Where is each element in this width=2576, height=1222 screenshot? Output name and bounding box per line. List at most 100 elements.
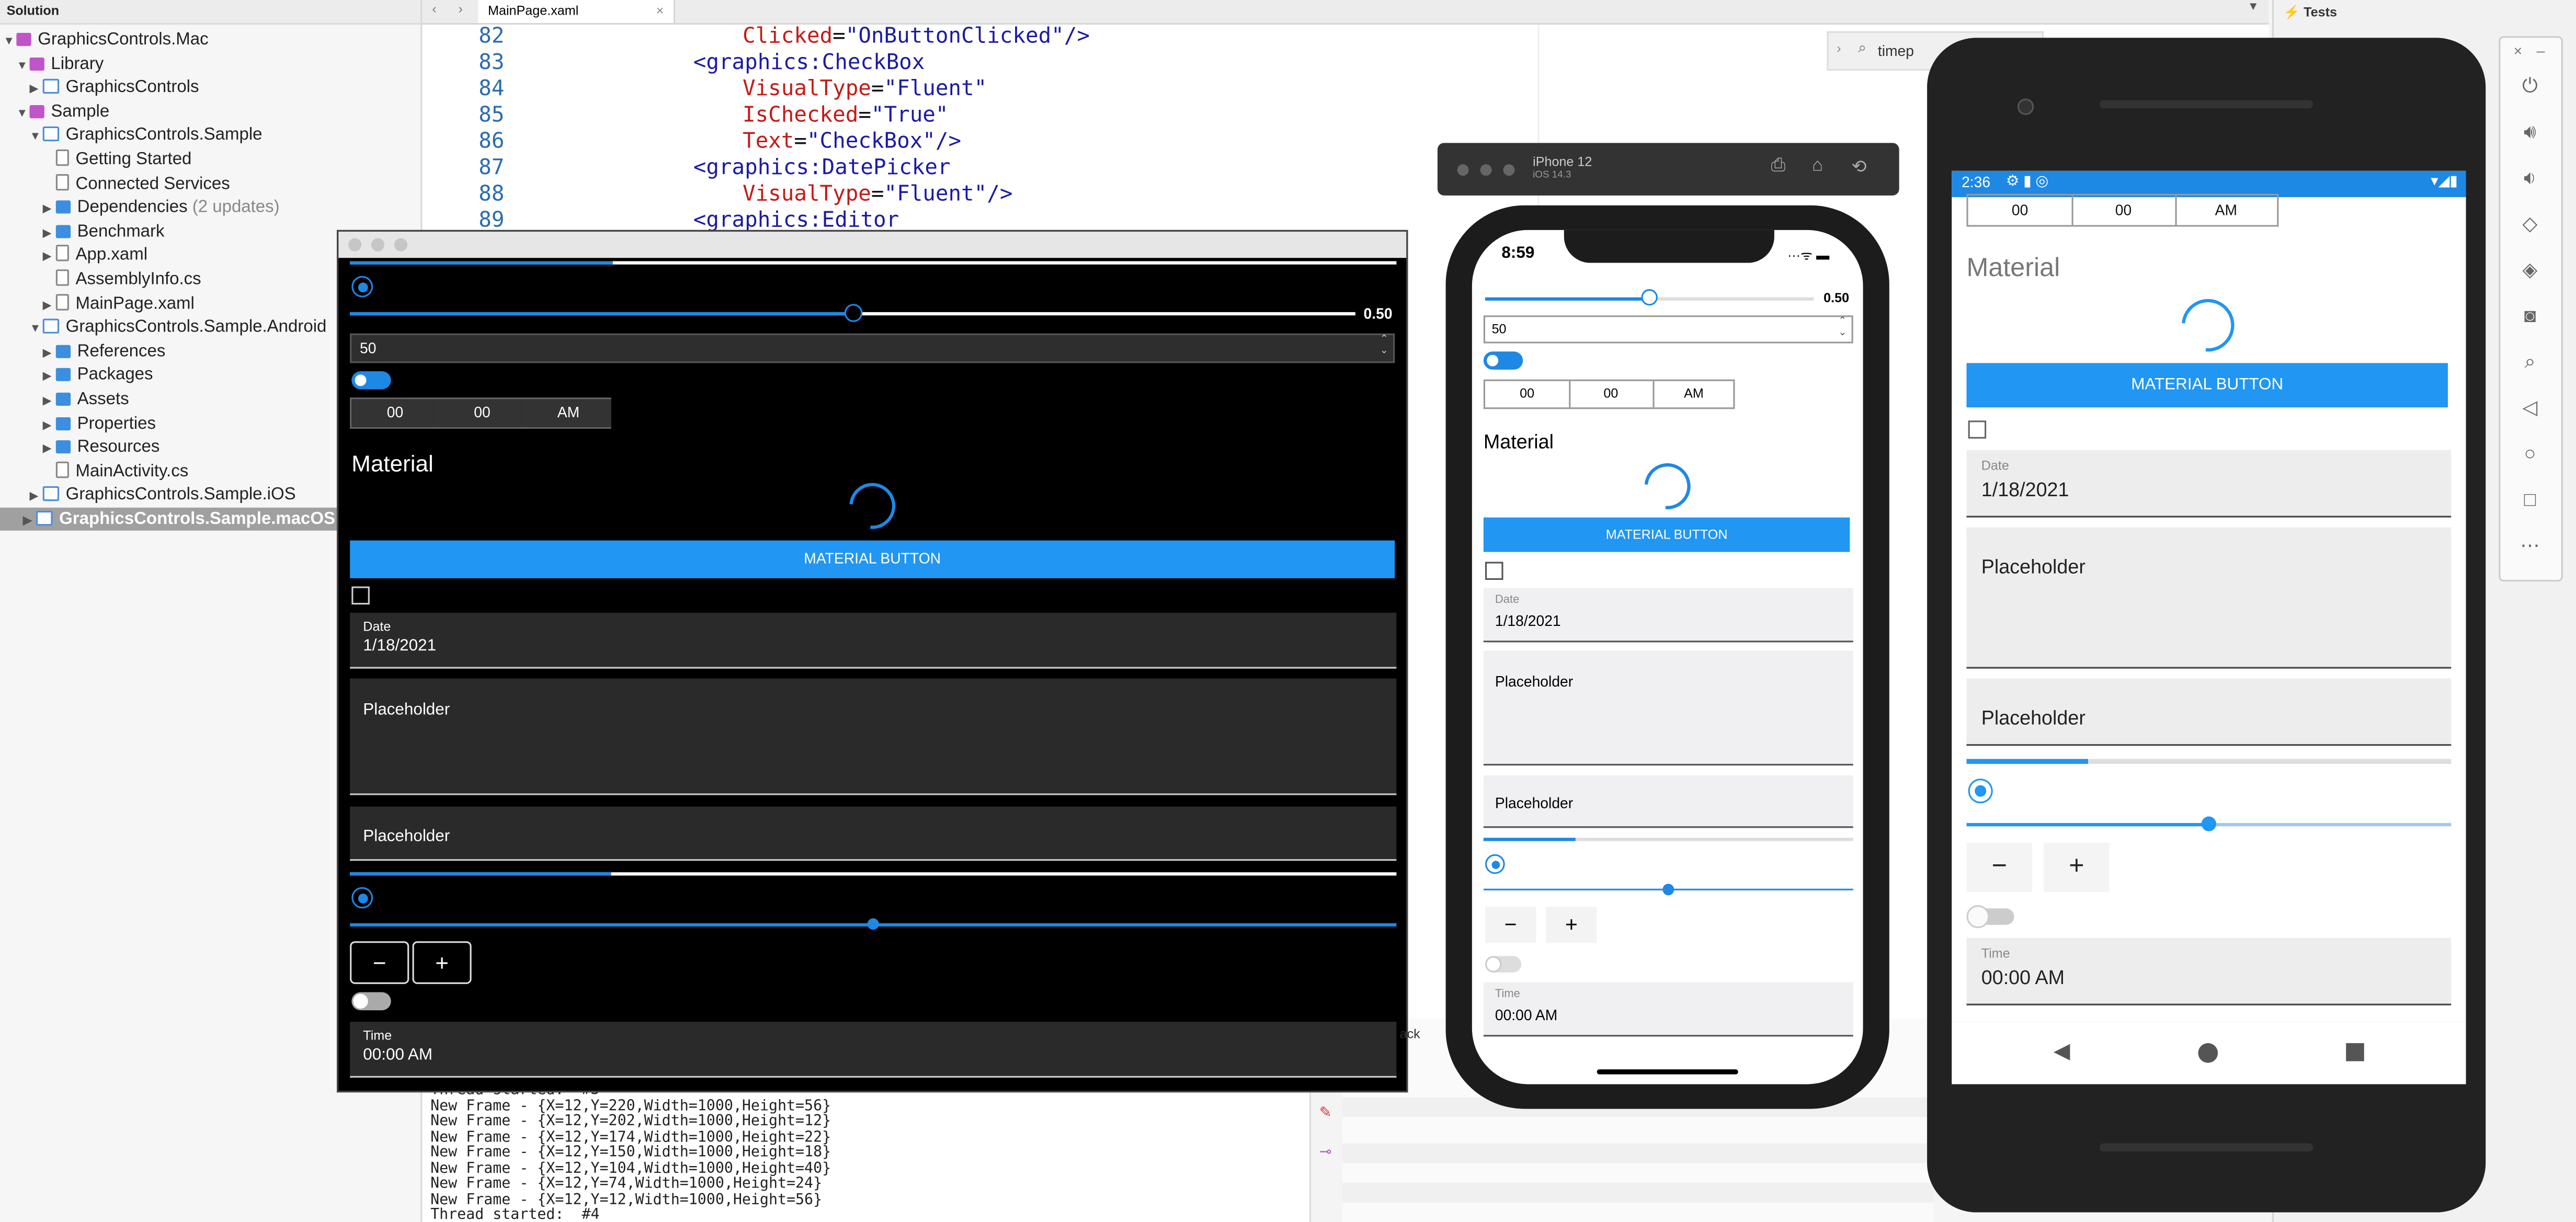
disclosure-collapsed-icon[interactable]: ▶: [23, 511, 36, 534]
minute-segment[interactable]: 00: [1569, 381, 1655, 408]
solution-tree-item[interactable]: ▶ References: [43, 340, 166, 363]
clear-icon[interactable]: ✎: [1319, 1104, 1332, 1122]
overview-icon[interactable]: [2346, 1043, 2364, 1061]
slider-thumb[interactable]: [2201, 816, 2217, 831]
code-line[interactable]: VisualType="Fluent"/>: [743, 182, 1012, 207]
disclosure-expanded-icon[interactable]: ▼: [30, 319, 43, 342]
search-input[interactable]: timep: [1878, 43, 1914, 59]
solution-tree-item[interactable]: ▶ MainPage.xaml: [43, 292, 195, 315]
solution-tree-item[interactable]: ▶ Assets: [43, 387, 129, 410]
volume-up-icon[interactable]: 🔊︎: [2518, 120, 2541, 143]
radio-button[interactable]: [1968, 779, 1993, 804]
time-picker[interactable]: 00 00 AM: [350, 397, 611, 429]
chevron-right-icon[interactable]: ›: [1837, 41, 1841, 56]
close-icon[interactable]: ×: [2514, 43, 2523, 59]
solution-tree-item[interactable]: ▶ Properties: [43, 412, 156, 435]
close-window-button[interactable]: [1457, 164, 1469, 176]
disclosure-expanded-icon[interactable]: ▼: [30, 127, 43, 150]
slider[interactable]: [1485, 289, 1814, 306]
zoom-icon[interactable]: ⌕: [2518, 350, 2541, 373]
pin-icon[interactable]: ⊸: [1319, 1144, 1332, 1162]
checkbox[interactable]: [351, 586, 370, 605]
close-window-button[interactable]: [348, 238, 362, 252]
minute-segment[interactable]: 00: [2072, 195, 2177, 225]
zoom-window-button[interactable]: [1503, 164, 1515, 176]
stepper-minus-button[interactable]: −: [1485, 907, 1536, 943]
hour-segment[interactable]: 00: [1485, 381, 1571, 408]
solution-tree-item[interactable]: ▶ Dependencies (2 updates): [43, 196, 280, 219]
disclosure-collapsed-icon[interactable]: ▶: [43, 223, 56, 246]
stepper-plus-button[interactable]: +: [2044, 842, 2110, 892]
back-icon[interactable]: ◁: [2518, 396, 2541, 419]
back-icon[interactable]: ◀: [2054, 1038, 2070, 1064]
editor-field[interactable]: Placeholder: [1966, 527, 2452, 669]
entry-field[interactable]: Placeholder: [1483, 775, 1853, 828]
slider-thumb[interactable]: [1662, 884, 1674, 896]
time-picker[interactable]: 00 00 AM: [1483, 379, 1735, 409]
minimize-window-button[interactable]: [1480, 164, 1492, 176]
close-icon[interactable]: ×: [656, 0, 664, 23]
home-icon[interactable]: ○: [2518, 442, 2541, 465]
stepper-plus-button[interactable]: +: [412, 941, 472, 984]
numeric-stepper-field[interactable]: 50 ⌃ ⌄: [1483, 315, 1853, 344]
solution-tree-item[interactable]: ▼ GraphicsControls.Sample: [30, 124, 263, 147]
solution-tree-item[interactable]: ▶ GraphicsControls: [30, 76, 199, 99]
code-line[interactable]: <graphics:CheckBox: [693, 51, 925, 75]
editor-field[interactable]: Placeholder: [350, 678, 1397, 795]
minute-segment[interactable]: 00: [438, 399, 528, 427]
disclosure-collapsed-icon[interactable]: ▶: [43, 367, 56, 390]
tab-mainpage-xaml[interactable]: MainPage.xaml ×: [478, 0, 676, 23]
rotate-left-icon[interactable]: ◇: [2518, 212, 2541, 235]
rotate-icon[interactable]: ⟲: [1852, 156, 1867, 178]
solution-tree-item[interactable]: ▶ App.xaml: [43, 244, 147, 267]
disclosure-collapsed-icon[interactable]: ▶: [43, 247, 56, 270]
back-arrow-icon[interactable]: ‹: [432, 2, 436, 16]
disclosure-collapsed-icon[interactable]: ▶: [43, 391, 56, 414]
overview-icon[interactable]: □: [2518, 488, 2541, 511]
stepper-arrows-icon[interactable]: ⌃ ⌄: [1380, 335, 1388, 358]
screenshot-icon[interactable]: ⎙: [1771, 156, 1786, 177]
slider[interactable]: [1966, 816, 2452, 831]
time-field[interactable]: Time 00:00 AM: [1966, 938, 2452, 1006]
solution-tree-item[interactable]: ▼ GraphicsControls.Sample.Android: [30, 316, 327, 339]
disclosure-collapsed-icon[interactable]: ▶: [43, 439, 56, 462]
disclosure-expanded-icon[interactable]: ▼: [3, 31, 16, 54]
toggle-switch[interactable]: [1483, 351, 1523, 370]
tests-pad-title[interactable]: Tests: [2304, 5, 2337, 19]
code-line[interactable]: IsChecked="True": [743, 104, 948, 128]
ampm-segment[interactable]: AM: [526, 399, 611, 427]
time-field[interactable]: Time 00:00 AM: [1483, 982, 1853, 1037]
slider[interactable]: [1483, 884, 1853, 896]
home-indicator[interactable]: [1597, 1069, 1738, 1075]
checkbox[interactable]: [1485, 562, 1503, 580]
solution-tree-item[interactable]: MainActivity.cs: [43, 460, 188, 483]
disclosure-collapsed-icon[interactable]: ▶: [43, 295, 56, 318]
slider-thumb[interactable]: [844, 304, 863, 322]
time-field[interactable]: Time 00:00 AM: [350, 1022, 1397, 1078]
material-button[interactable]: MATERIAL BUTTON: [1483, 517, 1850, 552]
editor-field[interactable]: Placeholder: [1483, 650, 1853, 766]
toggle-switch-off[interactable]: [1966, 905, 2014, 929]
radio-button[interactable]: [351, 276, 373, 298]
solution-tree-item[interactable]: ▶ Benchmark: [43, 220, 165, 243]
toggle-switch-off[interactable]: [351, 992, 391, 1011]
rotate-right-icon[interactable]: ◈: [2518, 258, 2541, 281]
disclosure-expanded-icon[interactable]: ▼: [16, 55, 29, 78]
date-picker-field[interactable]: Date 1/18/2021: [1966, 450, 2452, 518]
stepper-minus-button[interactable]: −: [1966, 842, 2033, 892]
code-line[interactable]: VisualType="Fluent": [743, 77, 987, 102]
minimize-icon[interactable]: –: [2537, 43, 2545, 59]
solution-tree-item[interactable]: ▼ Library: [16, 52, 104, 75]
stepper-plus-button[interactable]: +: [1546, 907, 1597, 943]
date-picker-field[interactable]: Date 1/18/2021: [1483, 588, 1853, 643]
radio-button[interactable]: [351, 887, 373, 909]
entry-field[interactable]: Placeholder: [350, 806, 1397, 861]
volume-down-icon[interactable]: 🔉︎: [2518, 166, 2541, 189]
more-icon[interactable]: ⋯: [2518, 534, 2541, 557]
solution-tree-item[interactable]: ▶ Resources: [43, 436, 160, 459]
disclosure-collapsed-icon[interactable]: ▶: [30, 487, 43, 510]
ampm-segment[interactable]: AM: [2175, 196, 2277, 225]
solution-tree-item[interactable]: ▼ Sample: [16, 100, 109, 123]
stepper-arrows-icon[interactable]: ⌃ ⌄: [1838, 317, 1846, 340]
hour-segment[interactable]: 00: [351, 399, 440, 427]
